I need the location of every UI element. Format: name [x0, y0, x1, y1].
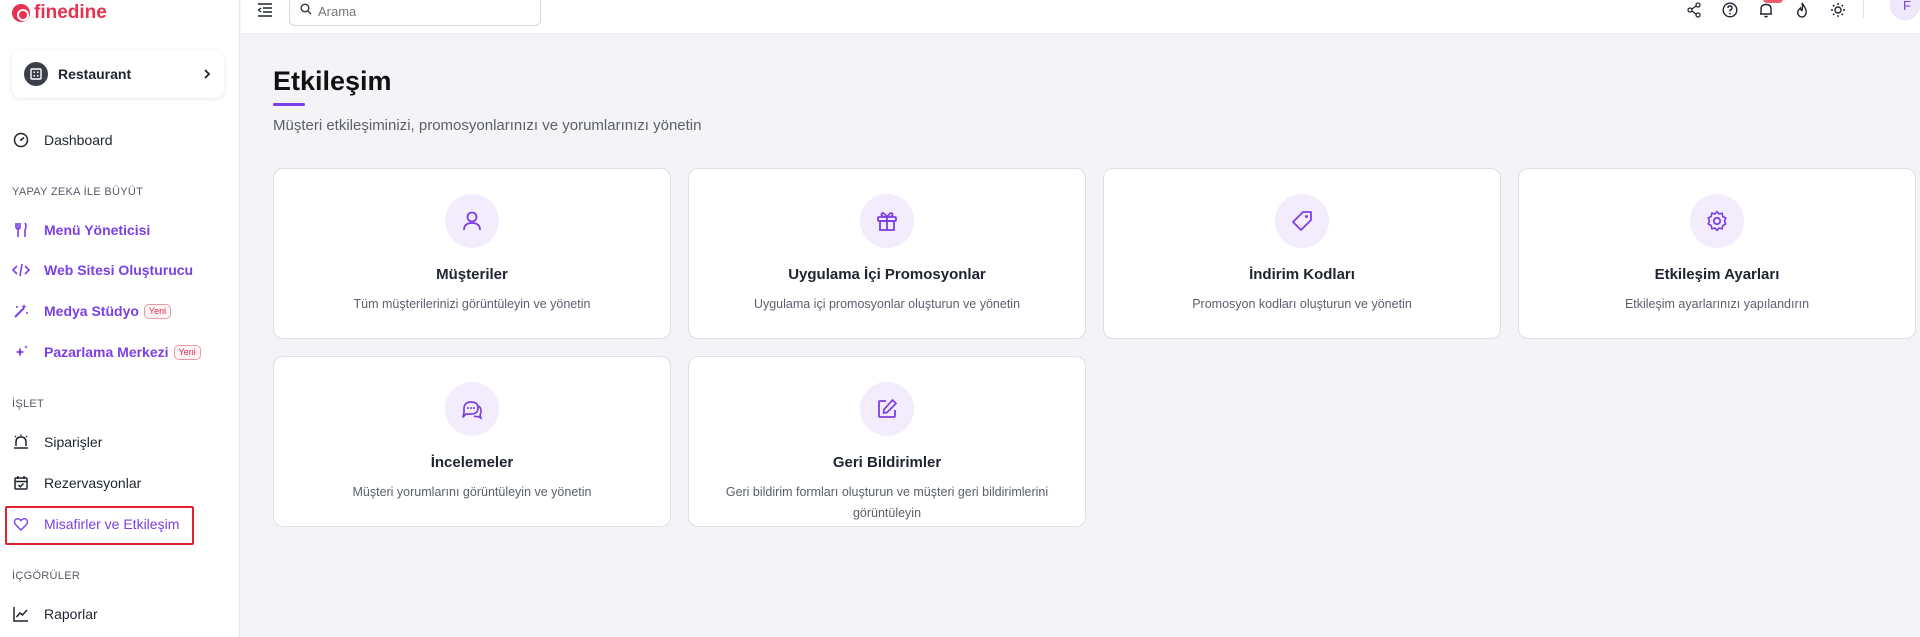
sidebar-item-reports[interactable]: Raporlar	[12, 602, 98, 626]
collapse-sidebar-icon[interactable]	[257, 2, 273, 23]
card-in-app-promotions[interactable]: Uygulama İçi Promosyonlar Uygulama içi p…	[688, 168, 1086, 339]
sidebar-item-label: Medya Stüdyo	[44, 303, 139, 319]
sidebar-item-menu-manager[interactable]: Menü Yöneticisi	[12, 218, 150, 242]
share-icon[interactable]	[1685, 1, 1703, 19]
sidebar-item-label: Rezervasyonlar	[44, 475, 142, 491]
card-title: İndirim Kodları	[1249, 266, 1355, 283]
tag-icon	[1275, 194, 1329, 248]
settings-icon	[1690, 194, 1744, 248]
card-reviews[interactable]: İncelemeler Müşteri yorumlarını görüntül…	[273, 356, 671, 527]
line-chart-icon	[12, 605, 30, 623]
sun-icon[interactable]	[1829, 1, 1847, 19]
chevron-right-icon	[202, 66, 212, 82]
search-box[interactable]	[289, 0, 541, 26]
sidebar-item-label: Menü Yöneticisi	[44, 222, 151, 238]
card-discount-codes[interactable]: İndirim Kodları Promosyon kodları oluştu…	[1103, 168, 1501, 339]
finedine-logo-mark	[12, 4, 30, 22]
calendar-check-icon	[12, 474, 30, 492]
sidebar-item-dashboard[interactable]: Dashboard	[12, 128, 113, 152]
search-input[interactable]	[318, 3, 518, 19]
brand-name: finedine	[34, 2, 107, 23]
user-avatar[interactable]: F	[1890, 0, 1920, 20]
building-icon	[24, 62, 48, 86]
card-title: İncelemeler	[430, 454, 514, 471]
sidebar-item-marketing-center[interactable]: Pazarlama Merkezi Yeni	[12, 340, 201, 364]
card-description: Tüm müşterilerinizi görüntüleyin ve yöne…	[353, 297, 591, 311]
new-badge: Yeni	[173, 344, 201, 360]
card-description: Müşteri yorumlarını görüntüleyin ve yöne…	[352, 485, 592, 499]
section-label-insights: İÇGÖRÜLER	[12, 570, 81, 582]
card-title: Geri Bildirimler	[832, 454, 942, 471]
card-title: Etkileşim Ayarları	[1654, 266, 1780, 283]
fire-icon[interactable]	[1793, 1, 1811, 19]
card-description: Uygulama içi promosyonlar oluşturun ve y…	[753, 297, 1021, 311]
notification-badge	[1763, 0, 1783, 3]
card-description: Geri bildirim formları oluşturun ve müşt…	[725, 485, 1049, 520]
sidebar-item-label: Siparişler	[44, 434, 103, 450]
sidebar: finedine Restaurant Dashboard YAPAY ZEKA…	[0, 0, 240, 637]
active-item-highlight	[5, 506, 194, 545]
gift-icon	[860, 194, 914, 248]
top-actions: F	[1667, 0, 1920, 20]
top-bar: F	[241, 0, 1920, 34]
sidebar-item-media-studio[interactable]: Medya Stüdyo Yeni	[12, 299, 172, 323]
sidebar-item-label: Raporlar	[44, 606, 98, 622]
card-feedback[interactable]: Geri Bildirimler Geri bildirim formları …	[688, 356, 1086, 527]
new-badge: Yeni	[143, 303, 172, 319]
sidebar-item-reservations[interactable]: Rezervasyonlar	[12, 471, 141, 495]
sidebar-item-label: Web Sitesi Oluşturucu	[44, 262, 194, 278]
magic-wand-icon	[12, 302, 30, 320]
card-description: Etkileşim ayarlarınızı yapılandırın	[1624, 297, 1810, 311]
sidebar-item-label: Pazarlama Merkezi	[44, 344, 169, 360]
sidebar-item-orders[interactable]: Siparişler	[12, 430, 102, 454]
restaurant-selector[interactable]: Restaurant	[12, 50, 224, 98]
utensils-icon	[12, 221, 30, 239]
finedine-logo[interactable]: finedine	[12, 2, 107, 24]
card-engagement-settings[interactable]: Etkileşim Ayarları Etkileşim ayarlarınız…	[1518, 168, 1916, 339]
card-description: Promosyon kodları oluşturun ve yönetin	[1192, 297, 1412, 311]
notification-icon[interactable]	[1757, 0, 1783, 19]
section-label-operate: İŞLET	[12, 398, 45, 410]
page-subtitle: Müşteri etkileşiminizi, promosyonlarınız…	[273, 117, 702, 134]
page-title: Etkileşim	[273, 66, 392, 96]
card-customers[interactable]: Müşteriler Tüm müşterilerinizi görüntüle…	[273, 168, 671, 339]
search-icon	[300, 2, 312, 20]
bell-alarm-icon	[12, 433, 30, 451]
user-icon	[445, 194, 499, 248]
edit-icon	[860, 382, 914, 436]
toolbar-divider	[1863, 0, 1864, 18]
card-title: Uygulama İçi Promosyonlar	[788, 266, 986, 283]
chat-bubbles-icon	[445, 382, 499, 436]
restaurant-label: Restaurant	[58, 66, 132, 82]
section-label-ai: YAPAY ZEKA İLE BÜYÜT	[12, 186, 144, 198]
sidebar-item-website-builder[interactable]: Web Sitesi Oluşturucu	[12, 258, 193, 282]
gauge-icon	[12, 131, 30, 149]
help-icon[interactable]	[1721, 1, 1739, 19]
code-icon	[12, 261, 30, 279]
sparkles-icon	[12, 343, 30, 361]
title-underline	[273, 103, 305, 106]
card-title: Müşteriler	[436, 266, 508, 283]
sidebar-item-label: Dashboard	[44, 132, 113, 148]
